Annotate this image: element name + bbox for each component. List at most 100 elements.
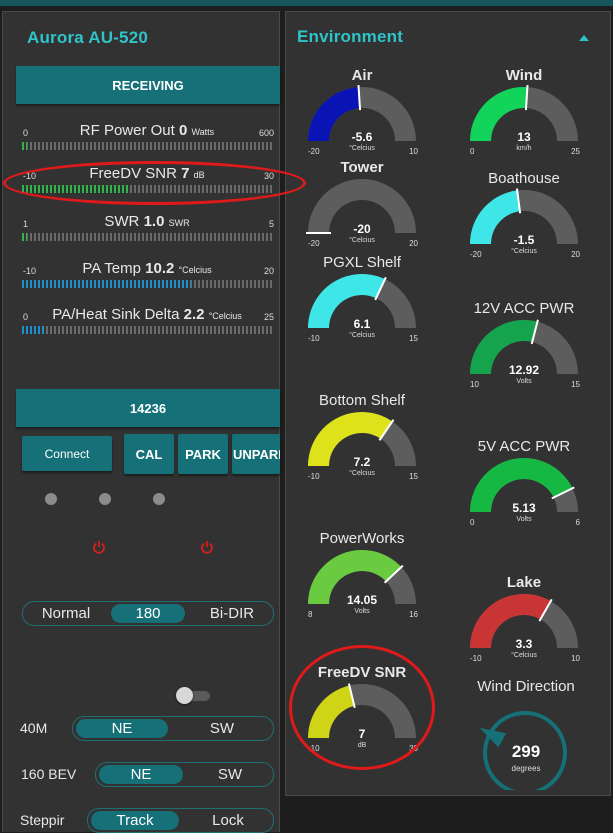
meter-value: 0 bbox=[179, 122, 188, 139]
meter-track bbox=[22, 280, 274, 288]
gauge-wind: Wind 13 km/h 0 25 bbox=[462, 67, 586, 171]
gauge-12v-acc-pwr: 12V ACC PWR 12.92 Volts 10 15 bbox=[462, 300, 586, 404]
gauge-max: 15 bbox=[409, 334, 418, 343]
gauge-powerworks: PowerWorks 14.05 Volts 8 16 bbox=[300, 530, 424, 634]
status-led-3 bbox=[153, 493, 165, 505]
gauge-5v-acc-pwr: 5V ACC PWR 5.13 Volts 0 6 bbox=[462, 438, 586, 542]
mode-normal[interactable]: Normal bbox=[27, 604, 105, 623]
environment-title: Environment bbox=[297, 27, 404, 46]
antenna-40m-selector[interactable]: NE SW bbox=[72, 716, 274, 741]
option-sw[interactable]: SW bbox=[188, 765, 272, 784]
row-label-steppir: Steppir bbox=[20, 812, 65, 828]
mode-180[interactable]: 180 bbox=[111, 604, 185, 623]
status-led-1 bbox=[45, 493, 57, 505]
gauge-max: 20 bbox=[409, 239, 418, 248]
toggle-knob[interactable] bbox=[176, 687, 193, 704]
gauge-value: -5.6 bbox=[351, 130, 373, 144]
gauge-value: 7.2 bbox=[353, 455, 371, 469]
option-sw[interactable]: SW bbox=[176, 719, 268, 738]
gauge-min: 8 bbox=[308, 610, 313, 619]
meter-unit: °Celcius bbox=[178, 265, 212, 275]
top-accent-bar bbox=[0, 0, 613, 6]
steppir-selector[interactable]: Track Lock bbox=[87, 808, 274, 833]
meter-track bbox=[22, 326, 274, 334]
gauge-dial bbox=[308, 550, 416, 604]
toggle-switch[interactable] bbox=[176, 687, 212, 704]
meter-value: 10.2 bbox=[145, 260, 175, 277]
mode-selector[interactable]: Normal 180 Bi-DIR bbox=[22, 601, 274, 626]
gauge-value: 5.13 bbox=[512, 501, 536, 515]
antenna-160bev-selector[interactable]: NE SW bbox=[95, 762, 274, 787]
gauge-max: 15 bbox=[409, 472, 418, 481]
gauge-min: -20 bbox=[308, 239, 320, 248]
meter-fill bbox=[22, 326, 45, 334]
gauge-boathouse: Boathouse -1.5 °Celcius -20 20 bbox=[462, 170, 586, 274]
meter-unit: SWR bbox=[168, 218, 190, 228]
meter-label: PA/Heat Sink Delta 2.2 °Celcius bbox=[18, 306, 276, 323]
gauge-max: 15 bbox=[571, 380, 580, 389]
meter-label: RF Power Out 0 Watts bbox=[18, 122, 276, 139]
meter-name: SWR bbox=[104, 213, 144, 230]
caret-up-icon[interactable] bbox=[579, 34, 589, 41]
gauge-value: 13 bbox=[517, 130, 531, 144]
gauge-unit: km/h bbox=[516, 145, 532, 152]
gauge-unit: Volts bbox=[516, 378, 532, 385]
meter-fill bbox=[22, 142, 28, 150]
gauge-value: -20 bbox=[353, 222, 371, 236]
cal-button[interactable]: CAL bbox=[124, 434, 174, 474]
gauge-min: -10 bbox=[308, 472, 320, 481]
gauge-min: -10 bbox=[308, 334, 320, 343]
option-track[interactable]: Track bbox=[91, 811, 179, 830]
power-icon[interactable] bbox=[92, 540, 106, 554]
gauge-air: Air -5.6 °Celcius -20 10 bbox=[300, 67, 424, 171]
meter-unit: °Celcius bbox=[208, 311, 242, 321]
gauge-min: 0 bbox=[470, 518, 475, 527]
gauge-max: 10 bbox=[409, 147, 418, 156]
meter-name: PA/Heat Sink Delta bbox=[52, 306, 184, 323]
meter-fill bbox=[22, 233, 28, 241]
gauge-max: 25 bbox=[571, 147, 580, 156]
gauge-min: 0 bbox=[470, 147, 475, 156]
park-button[interactable]: PARK bbox=[178, 434, 228, 474]
mode-bidir[interactable]: Bi-DIR bbox=[193, 604, 271, 623]
meter-3: -10 20 PA Temp 10.2 °Celcius bbox=[18, 260, 276, 290]
connect-button[interactable]: Connect bbox=[22, 436, 112, 471]
gauge-tower: Tower -20 °Celcius -20 20 bbox=[300, 159, 424, 263]
status-led-2 bbox=[99, 493, 111, 505]
unpark-button[interactable]: UNPARK bbox=[232, 434, 280, 474]
status-bar: RECEIVING bbox=[16, 66, 280, 104]
gauge-min: -10 bbox=[470, 654, 482, 663]
gauge-min: -20 bbox=[308, 147, 320, 156]
radio-title: Aurora AU-520 bbox=[27, 28, 149, 47]
gauge-dial bbox=[470, 319, 578, 374]
power-icon[interactable] bbox=[200, 540, 214, 554]
meter-2: 1 5 SWR 1.0 SWR bbox=[18, 213, 276, 243]
option-ne[interactable]: NE bbox=[99, 765, 183, 784]
gauge-max: 6 bbox=[575, 518, 580, 527]
meter-value: 1.0 bbox=[143, 213, 165, 230]
meter-value: 2.2 bbox=[183, 306, 205, 323]
gauge-value: 14.05 bbox=[346, 593, 378, 607]
meter-track bbox=[22, 142, 274, 150]
option-lock[interactable]: Lock bbox=[184, 811, 272, 830]
gauge-pgxl-shelf: PGXL Shelf 6.1 °Celcius -10 15 bbox=[300, 254, 424, 358]
gauge-dial bbox=[470, 458, 578, 512]
gauge-unit: Volts bbox=[516, 516, 532, 523]
option-ne[interactable]: NE bbox=[76, 719, 168, 738]
gauge-lake: Lake 3.3 °Celcius -10 10 bbox=[462, 574, 586, 678]
wind-direction-gauge: Wind Direction 299 degrees bbox=[461, 678, 591, 790]
wind-direction-value: 299 bbox=[511, 742, 541, 761]
meter-unit: Watts bbox=[191, 127, 215, 137]
row-label-40m: 40M bbox=[20, 720, 48, 736]
wind-direction-unit: degrees bbox=[511, 764, 541, 773]
meter-name: PA Temp bbox=[82, 260, 146, 277]
meter-label: SWR 1.0 SWR bbox=[18, 213, 276, 230]
gauge-max: 20 bbox=[571, 250, 580, 259]
gauge-bottom-shelf: Bottom Shelf 7.2 °Celcius -10 15 bbox=[300, 392, 424, 496]
meter-label: PA Temp 10.2 °Celcius bbox=[18, 260, 276, 277]
gauge-max: 16 bbox=[409, 610, 418, 619]
frequency-bar: 14236 bbox=[16, 389, 280, 427]
highlight-ellipse bbox=[3, 161, 306, 205]
gauge-value: -1.5 bbox=[513, 233, 535, 247]
gauge-min: 10 bbox=[470, 380, 479, 389]
